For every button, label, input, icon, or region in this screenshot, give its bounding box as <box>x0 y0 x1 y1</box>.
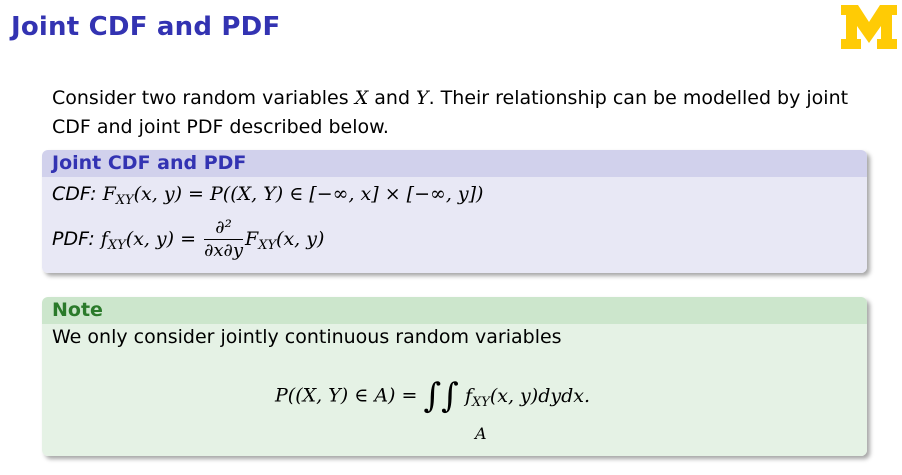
intro-text: . Their relationship can be modelled by … <box>428 87 849 109</box>
cdf-function: F <box>102 183 116 205</box>
note-block: Note We only consider jointly continuous… <box>42 297 867 456</box>
cdf-ref-args: (x, y) <box>276 228 325 250</box>
fraction-denominator: ∂x∂y <box>204 240 243 261</box>
double-integral: ∫∫ <box>423 376 459 416</box>
cdf-ref-subscript: XY <box>258 238 277 253</box>
intro-text: and <box>368 87 417 109</box>
university-logo <box>841 5 897 49</box>
fraction-numerator: ∂² <box>204 217 243 240</box>
cdf-subscript: XY <box>115 193 134 208</box>
partial-fraction: ∂² ∂x∂y <box>204 217 243 262</box>
definition-block-header: Joint CDF and PDF <box>42 150 867 177</box>
intro-text: Consider two random variables <box>52 87 355 109</box>
cdf-formula: CDF: FXY(x, y) = P((X, Y) ∈ [−∞, x] × [−… <box>52 183 483 208</box>
pdf-formula: PDF: fXY(x, y) = ∂² ∂x∂y FXY(x, y) <box>52 217 324 262</box>
integral-equation: P((X, Y) ∈ A) = ∫∫ fXY(x, y)dydx. <box>275 376 590 416</box>
integrand-subscript: XY <box>472 394 490 410</box>
pdf-function: f <box>100 228 108 250</box>
var-y: Y <box>416 87 429 109</box>
pdf-subscript: XY <box>107 238 126 253</box>
cdf-label: CDF: <box>52 183 97 205</box>
note-block-header: Note <box>42 297 867 324</box>
cdf-expression: (x, y) = P((X, Y) ∈ [−∞, x] × [−∞, y]) <box>133 183 484 205</box>
cdf-function-ref: F <box>245 228 259 250</box>
pdf-label: PDF: <box>52 228 95 250</box>
note-text: We only consider jointly continuous rand… <box>52 326 562 348</box>
integrand-args: (x, y)dydx. <box>489 384 591 407</box>
intro-text-line2: CDF and joint PDF described below. <box>52 116 389 138</box>
definition-block-body: CDF: FXY(x, y) = P((X, Y) ∈ [−∞, x] × [−… <box>42 177 867 273</box>
definition-block: Joint CDF and PDF CDF: FXY(x, y) = P((X,… <box>42 150 867 273</box>
slide-title: Joint CDF and PDF <box>11 12 281 42</box>
var-x: X <box>354 87 369 109</box>
probability-expression: P((X, Y) ∈ A) = <box>275 384 418 407</box>
intro-paragraph: Consider two random variables X and Y. T… <box>52 84 852 142</box>
note-block-body: We only consider jointly continuous rand… <box>42 324 867 456</box>
pdf-equals: (x, y) = <box>125 228 197 250</box>
integrand-function: f <box>464 384 472 407</box>
integration-region: A <box>475 424 487 443</box>
